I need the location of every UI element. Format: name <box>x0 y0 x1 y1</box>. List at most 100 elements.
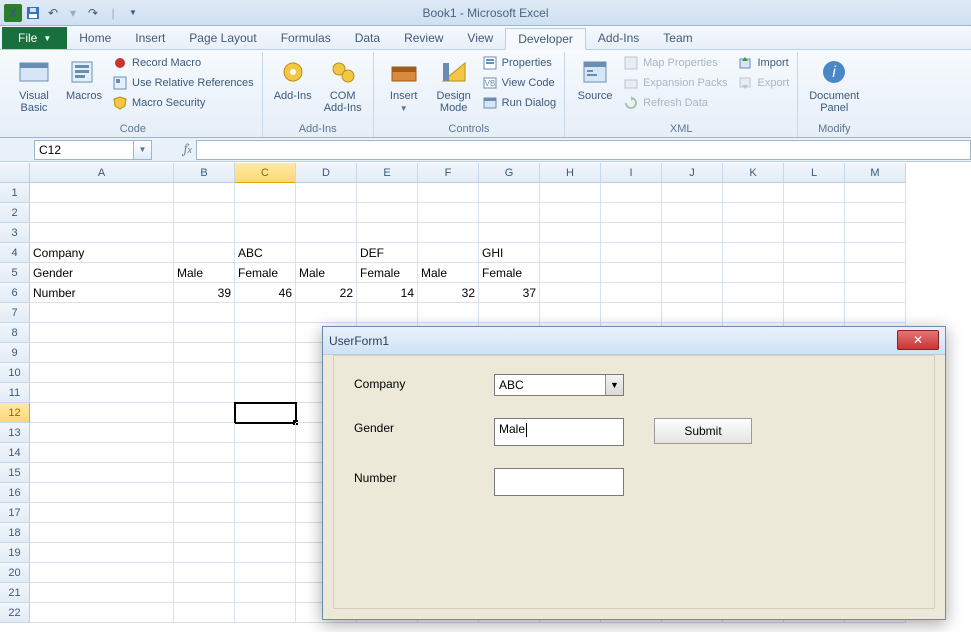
cell-J2[interactable] <box>662 203 723 223</box>
cell-E6[interactable]: 14 <box>357 283 418 303</box>
cell-B15[interactable] <box>174 463 235 483</box>
cell-B16[interactable] <box>174 483 235 503</box>
cell-B8[interactable] <box>174 323 235 343</box>
tab-home[interactable]: Home <box>67 27 123 49</box>
cell-C15[interactable] <box>235 463 296 483</box>
cell-H3[interactable] <box>540 223 601 243</box>
cell-C2[interactable] <box>235 203 296 223</box>
cell-G1[interactable] <box>479 183 540 203</box>
cell-B1[interactable] <box>174 183 235 203</box>
row-header-13[interactable]: 13 <box>0 423 30 443</box>
cell-G6[interactable]: 37 <box>479 283 540 303</box>
cell-C6[interactable]: 46 <box>235 283 296 303</box>
properties-button[interactable]: Properties <box>480 54 558 72</box>
cell-G7[interactable] <box>479 303 540 323</box>
col-header-G[interactable]: G <box>479 163 540 183</box>
cell-K1[interactable] <box>723 183 784 203</box>
cell-M6[interactable] <box>845 283 906 303</box>
cell-A16[interactable] <box>30 483 174 503</box>
cell-G5[interactable]: Female <box>479 263 540 283</box>
row-header-18[interactable]: 18 <box>0 523 30 543</box>
cell-C12[interactable] <box>235 403 296 423</box>
cell-A10[interactable] <box>30 363 174 383</box>
row-header-5[interactable]: 5 <box>0 263 30 283</box>
cell-H1[interactable] <box>540 183 601 203</box>
cell-C18[interactable] <box>235 523 296 543</box>
row-header-12[interactable]: 12 <box>0 403 30 423</box>
cell-B2[interactable] <box>174 203 235 223</box>
cell-D3[interactable] <box>296 223 357 243</box>
cell-J1[interactable] <box>662 183 723 203</box>
cell-L6[interactable] <box>784 283 845 303</box>
save-icon[interactable] <box>24 4 42 22</box>
name-box[interactable]: C12 <box>34 140 134 160</box>
cell-D5[interactable]: Male <box>296 263 357 283</box>
cell-D4[interactable] <box>296 243 357 263</box>
cell-B17[interactable] <box>174 503 235 523</box>
tab-insert[interactable]: Insert <box>123 27 177 49</box>
cell-E5[interactable]: Female <box>357 263 418 283</box>
cell-D2[interactable] <box>296 203 357 223</box>
col-header-F[interactable]: F <box>418 163 479 183</box>
cell-B9[interactable] <box>174 343 235 363</box>
row-header-10[interactable]: 10 <box>0 363 30 383</box>
cell-J6[interactable] <box>662 283 723 303</box>
cell-F7[interactable] <box>418 303 479 323</box>
cell-E2[interactable] <box>357 203 418 223</box>
cell-B22[interactable] <box>174 603 235 623</box>
com-addins-button[interactable]: COM Add-Ins <box>319 54 367 116</box>
cell-C13[interactable] <box>235 423 296 443</box>
cell-A19[interactable] <box>30 543 174 563</box>
cell-A17[interactable] <box>30 503 174 523</box>
cell-D7[interactable] <box>296 303 357 323</box>
tab-addins[interactable]: Add-Ins <box>586 27 651 49</box>
cell-A4[interactable]: Company <box>30 243 174 263</box>
cell-F6[interactable]: 32 <box>418 283 479 303</box>
source-button[interactable]: Source <box>571 54 619 104</box>
row-header-14[interactable]: 14 <box>0 443 30 463</box>
col-header-J[interactable]: J <box>662 163 723 183</box>
cell-G4[interactable]: GHI <box>479 243 540 263</box>
col-header-C[interactable]: C <box>235 163 296 183</box>
tab-team[interactable]: Team <box>651 27 704 49</box>
cell-B19[interactable] <box>174 543 235 563</box>
cell-L2[interactable] <box>784 203 845 223</box>
cell-A1[interactable] <box>30 183 174 203</box>
cell-F4[interactable] <box>418 243 479 263</box>
cell-C10[interactable] <box>235 363 296 383</box>
cell-M2[interactable] <box>845 203 906 223</box>
qat-customize-icon[interactable]: ▼ <box>124 4 142 22</box>
cell-C19[interactable] <box>235 543 296 563</box>
cell-F2[interactable] <box>418 203 479 223</box>
cell-L4[interactable] <box>784 243 845 263</box>
macro-security-button[interactable]: Macro Security <box>110 94 256 112</box>
insert-control-button[interactable]: Insert▼ <box>380 54 428 117</box>
cell-A6[interactable]: Number <box>30 283 174 303</box>
cell-I2[interactable] <box>601 203 662 223</box>
col-header-I[interactable]: I <box>601 163 662 183</box>
row-header-3[interactable]: 3 <box>0 223 30 243</box>
cell-A8[interactable] <box>30 323 174 343</box>
cell-C11[interactable] <box>235 383 296 403</box>
cell-I7[interactable] <box>601 303 662 323</box>
cell-H7[interactable] <box>540 303 601 323</box>
cell-B7[interactable] <box>174 303 235 323</box>
cell-F5[interactable]: Male <box>418 263 479 283</box>
cell-B11[interactable] <box>174 383 235 403</box>
cell-K3[interactable] <box>723 223 784 243</box>
row-header-2[interactable]: 2 <box>0 203 30 223</box>
cell-A18[interactable] <box>30 523 174 543</box>
cell-L1[interactable] <box>784 183 845 203</box>
cell-A15[interactable] <box>30 463 174 483</box>
cell-B20[interactable] <box>174 563 235 583</box>
cell-A11[interactable] <box>30 383 174 403</box>
cell-E7[interactable] <box>357 303 418 323</box>
select-all-corner[interactable] <box>0 163 30 183</box>
record-macro-button[interactable]: Record Macro <box>110 54 256 72</box>
cell-L5[interactable] <box>784 263 845 283</box>
col-header-K[interactable]: K <box>723 163 784 183</box>
cell-B10[interactable] <box>174 363 235 383</box>
row-header-7[interactable]: 7 <box>0 303 30 323</box>
cell-B21[interactable] <box>174 583 235 603</box>
tab-review[interactable]: Review <box>392 27 455 49</box>
